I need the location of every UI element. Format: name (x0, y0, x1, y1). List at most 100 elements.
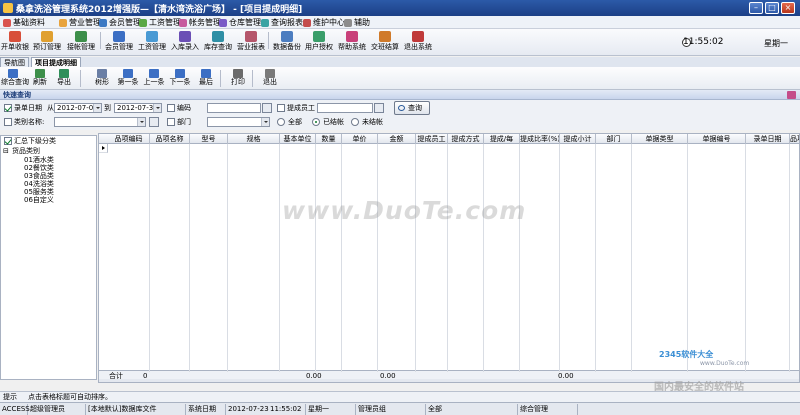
toolbar-button-2[interactable]: 预订管理 (32, 30, 62, 55)
category-checkbox[interactable] (4, 118, 12, 126)
toolbar-button-13[interactable]: 退出系统 (403, 30, 433, 55)
grid-column-line (149, 144, 150, 372)
category-label: 类别名称: (14, 118, 45, 126)
code-checkbox[interactable] (167, 104, 175, 112)
toolbar-separator (220, 70, 221, 87)
menu-item-3[interactable]: 会员管理 (98, 17, 141, 28)
column-header[interactable]: 基本单位 (280, 134, 316, 144)
menu-icon (179, 19, 187, 27)
radio-settled[interactable] (312, 118, 320, 126)
column-header[interactable]: 单价 (342, 134, 378, 144)
column-header[interactable]: 型号 (190, 134, 228, 144)
column-header[interactable]: 品项全 (790, 134, 799, 144)
close-button[interactable]: × (781, 2, 795, 14)
record-button-3[interactable]: 导出 (52, 68, 76, 89)
grid-column-line (315, 144, 316, 372)
toolbar-button-4[interactable]: 会员管理 (104, 30, 134, 55)
category-picker-button[interactable] (149, 117, 159, 127)
menu-item-2[interactable]: 营业管理 (58, 17, 101, 28)
menu-item-9[interactable]: 辅助 (343, 17, 370, 28)
code-picker-button[interactable] (262, 103, 272, 113)
column-header[interactable]: 部门 (596, 134, 632, 144)
query-button[interactable]: 查询 (394, 101, 430, 115)
menu-item-6[interactable]: 仓库管理 (218, 17, 261, 28)
ledger-icon (75, 31, 87, 42)
staff-input[interactable] (317, 103, 373, 113)
radio-all-label: 全部 (288, 118, 302, 126)
record-button-9[interactable]: 打印 (226, 68, 250, 89)
date-to-input[interactable]: 2012-07-31 (114, 103, 162, 113)
staff-picker-button[interactable] (374, 103, 384, 113)
status-bar: ACCESS 超级管理员 [本地默认]数据库文件 系统日期 2012-07-23… (0, 402, 800, 415)
record-button-1[interactable]: 综合查询 (1, 68, 29, 89)
radio-all[interactable] (277, 118, 285, 126)
grid-header: 品项编码 品项名称 型号 规格 基本单位 数量 单价 金额 提成员工 提成方式 提成/每 提成比率(%… (99, 134, 799, 144)
column-header[interactable]: 规格 (228, 134, 280, 144)
toolbar-button-8[interactable]: 营业报表 (236, 30, 266, 55)
clock-weekday: 星期一 (764, 39, 788, 48)
column-header[interactable]: 提成小计 (560, 134, 596, 144)
record-date-checkbox[interactable] (4, 104, 12, 112)
radio-unsettled[interactable] (351, 118, 359, 126)
tab-commission-detail[interactable]: 项目提成明细 (31, 57, 81, 67)
code-input[interactable] (207, 103, 261, 113)
tree-expand-icon[interactable]: ⊟ (3, 147, 9, 156)
column-header[interactable]: 单据编号 (688, 134, 746, 144)
hint-text: 点击表格标题可自动排序。 (28, 393, 112, 401)
toolbar-button-11[interactable]: 帮助系统 (337, 30, 367, 55)
toolbar-button-7[interactable]: 库存查询 (203, 30, 233, 55)
record-button-7[interactable]: 下一条 (168, 68, 192, 89)
toolbar-button-9[interactable]: 数据备份 (272, 30, 302, 55)
grid-column-line (447, 144, 448, 372)
toolbar-button-1[interactable]: 开单收银 (0, 30, 30, 55)
toolbar-button-6[interactable]: 入库录入 (170, 30, 200, 55)
summary-subcategory-checkbox[interactable] (4, 137, 12, 145)
staff-checkbox[interactable] (277, 104, 285, 112)
column-header[interactable]: 提成比率(%) (520, 134, 560, 144)
menu-icon (261, 19, 269, 27)
grid-column-line (789, 144, 790, 372)
toolbar-separator (268, 32, 269, 49)
column-header[interactable]: 单据类型 (632, 134, 688, 144)
record-button-5[interactable]: 第一条 (116, 68, 140, 89)
tree-item[interactable]: 06自定义 (24, 196, 54, 205)
record-button-8[interactable]: 最后 (194, 68, 218, 89)
dept-checkbox[interactable] (167, 118, 175, 126)
column-header[interactable]: 数量 (316, 134, 342, 144)
menu-item-7[interactable]: 查询报表 (260, 17, 303, 28)
menu-item-8[interactable]: 维护中心 (302, 17, 345, 28)
watermark-url: www.DuoTe.com (700, 360, 750, 367)
column-header[interactable]: 金额 (378, 134, 416, 144)
record-button-4[interactable]: 树形 (90, 68, 114, 89)
maximize-button[interactable]: □ (765, 2, 779, 14)
date-from-input[interactable]: 2012-07-01 (54, 103, 102, 113)
menu-item-5[interactable]: 帐务管理 (178, 17, 221, 28)
dept-select[interactable] (207, 117, 270, 127)
status-time: 11:55:02 (268, 404, 306, 415)
grid-column-line (377, 144, 378, 372)
record-button-10[interactable]: 退出 (258, 68, 282, 89)
tree-root[interactable]: 货品类别 (12, 147, 40, 156)
toolbar-button-5[interactable]: 工资管理 (137, 30, 167, 55)
column-header[interactable]: 品项编码 (108, 134, 150, 144)
toolbar-separator (80, 70, 81, 87)
column-header[interactable]: 提成方式 (448, 134, 484, 144)
column-header[interactable]: 品项名称 (150, 134, 190, 144)
inventory-icon (212, 31, 224, 42)
record-button-2[interactable]: 刷新 (28, 68, 52, 89)
column-header[interactable]: 提成/每 (484, 134, 520, 144)
toolbar-button-12[interactable]: 交班结算 (370, 30, 400, 55)
code-label: 编码 (177, 104, 191, 112)
column-header[interactable]: 提成员工 (416, 134, 448, 144)
menu-item-4[interactable]: 工资管理 (138, 17, 181, 28)
tab-navigation[interactable]: 导航图 (0, 57, 29, 67)
category-select[interactable] (54, 117, 146, 127)
toolbar-button-3[interactable]: 接帐管理 (66, 30, 96, 55)
menu-item-1[interactable]: 基础资料 (2, 17, 45, 28)
record-button-6[interactable]: 上一条 (142, 68, 166, 89)
toolbar-button-10[interactable]: 用户授权 (304, 30, 334, 55)
column-header[interactable]: 录单日期 (746, 134, 790, 144)
status-date-label: 系统日期 (186, 404, 226, 415)
collapse-panel-icon[interactable] (787, 91, 796, 99)
minimize-button[interactable]: – (749, 2, 763, 14)
